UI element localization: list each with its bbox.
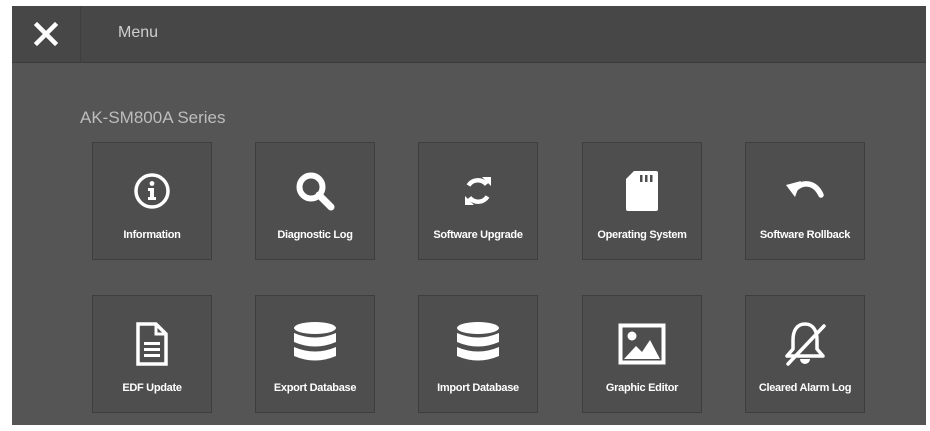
sd-card-icon	[583, 165, 701, 217]
tile-operating-system[interactable]: Operating System	[582, 142, 702, 260]
tile-label: Information	[123, 229, 181, 241]
tile-software-upgrade[interactable]: Software Upgrade	[418, 142, 538, 260]
tile-label: Graphic Editor	[605, 382, 679, 394]
undo-arrow-icon	[746, 165, 864, 217]
close-button[interactable]	[12, 6, 81, 62]
tile-cleared-alarm-log[interactable]: Cleared Alarm Log	[745, 295, 865, 413]
tile-label: Diagnostic Log	[277, 229, 353, 241]
tile-import-database[interactable]: Import Database	[418, 295, 538, 413]
top-bar: Menu	[12, 6, 926, 63]
menu-screen: Menu AK-SM800A Series Information Diagno…	[12, 6, 926, 425]
tile-export-database[interactable]: Export Database	[255, 295, 375, 413]
database-icon	[419, 318, 537, 370]
document-icon	[93, 318, 211, 370]
tile-label: EDF Update	[122, 382, 182, 394]
tile-diagnostic-log[interactable]: Diagnostic Log	[255, 142, 375, 260]
search-icon	[256, 165, 374, 217]
tile-edf-update[interactable]: EDF Update	[92, 295, 212, 413]
info-circle-icon	[93, 165, 211, 217]
tile-information[interactable]: Information	[92, 142, 212, 260]
menu-title: Menu	[118, 24, 159, 41]
tile-software-rollback[interactable]: Software Rollback	[745, 142, 865, 260]
refresh-icon	[419, 165, 537, 217]
tile-label: Software Upgrade	[433, 229, 523, 241]
tile-graphic-editor[interactable]: Graphic Editor	[582, 295, 702, 413]
tile-label: Software Rollback	[759, 229, 851, 241]
bell-slash-icon	[746, 318, 864, 370]
database-icon	[256, 318, 374, 370]
tile-label: Export Database	[273, 382, 357, 394]
tile-label: Cleared Alarm Log	[758, 382, 852, 394]
image-icon	[583, 318, 701, 370]
section-title: AK-SM800A Series	[80, 108, 226, 127]
tile-label: Import Database	[437, 382, 519, 394]
tile-label: Operating System	[597, 229, 687, 241]
close-icon	[33, 21, 59, 47]
